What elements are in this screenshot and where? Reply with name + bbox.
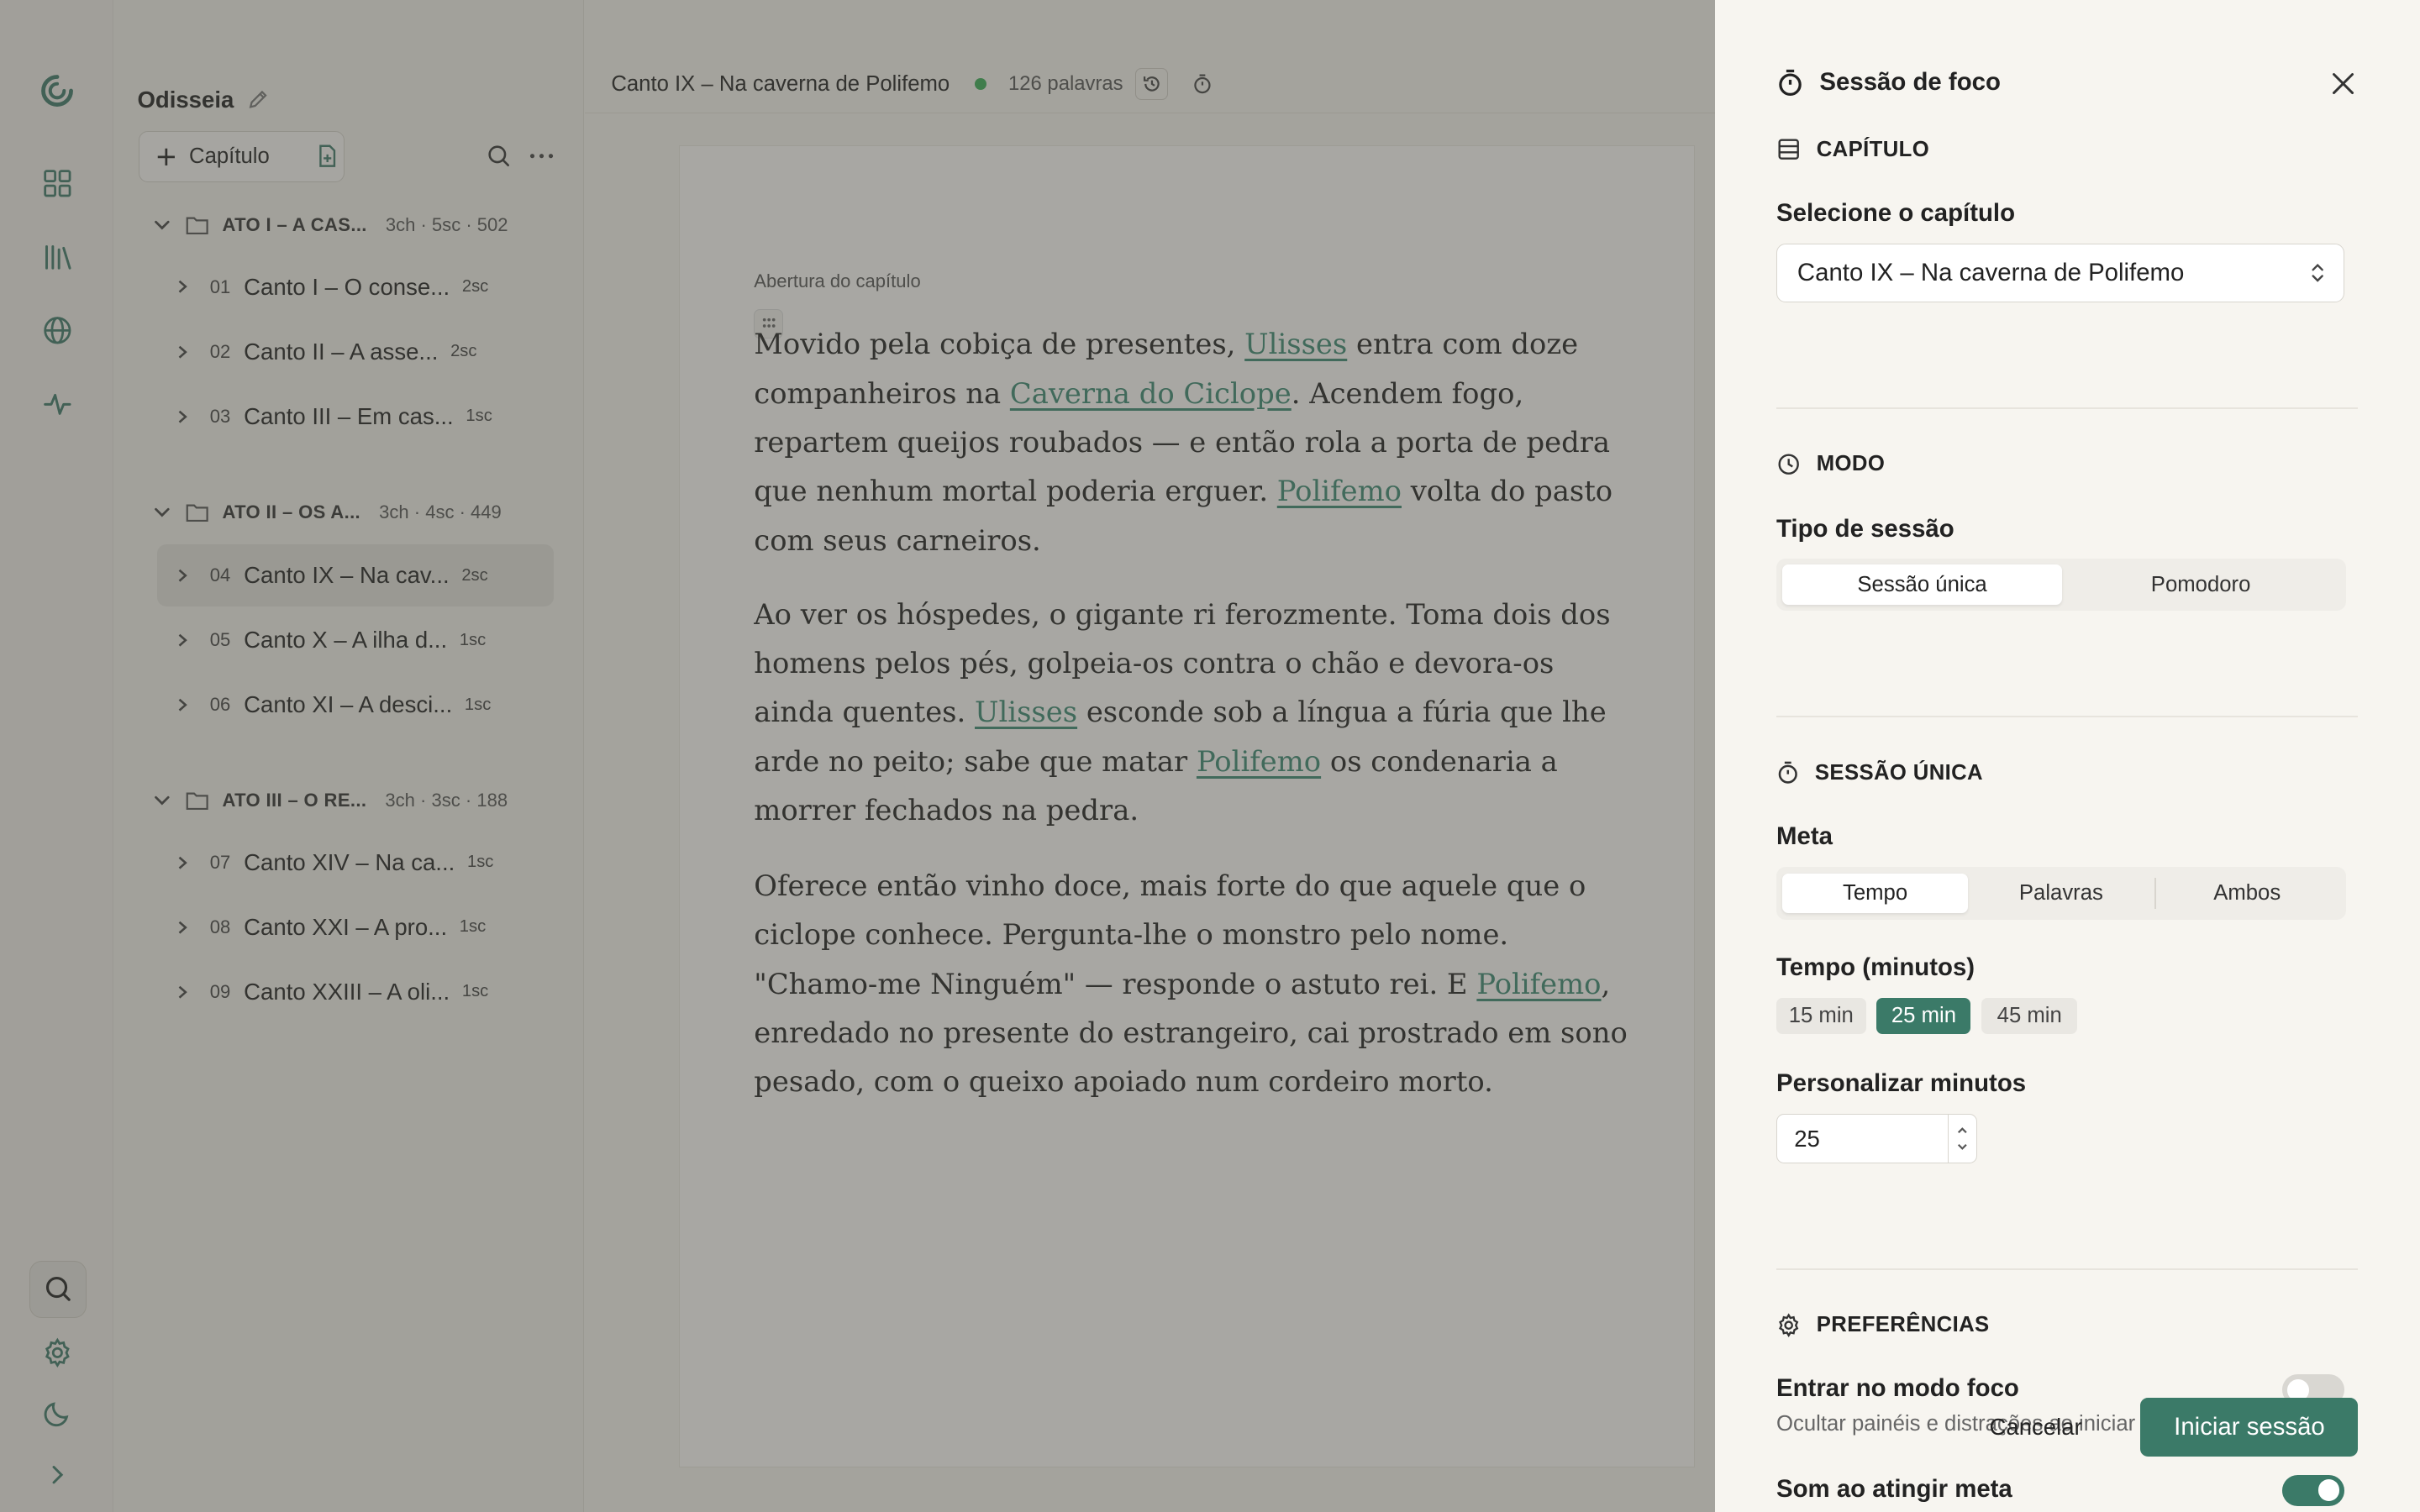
field-label: Selecione o capítulo [1776, 198, 2016, 227]
section-header: CAPÍTULO [1776, 137, 1929, 161]
section-header: MODO [1776, 452, 1885, 476]
cancel-button[interactable]: Cancelar [1989, 1410, 2112, 1444]
timer-icon [1779, 69, 1802, 96]
sound-label: Som ao atingir meta [1776, 1474, 2012, 1503]
sound-toggle[interactable] [2282, 1474, 2344, 1506]
section-title: PREFERÊNCIAS [1816, 1313, 1990, 1337]
chapter-select-value: Canto IX – Na caverna de Polifemo [1797, 259, 2185, 287]
field-label: Tipo de sessão [1776, 515, 1954, 543]
chevron-down-icon[interactable] [1956, 1142, 1969, 1152]
field-label: Personalizar minutos [1776, 1068, 2027, 1097]
goal-toggle: Tempo Palavras Ambos [1776, 867, 2346, 920]
toggle-knob [2317, 1479, 2340, 1502]
divider [1776, 716, 2359, 718]
goal-both[interactable]: Ambos [2154, 874, 2339, 914]
session-type-toggle: Sessão única Pomodoro [1776, 558, 2346, 612]
chevron-up-icon[interactable] [1956, 1126, 1969, 1135]
clock-icon [1778, 454, 1799, 475]
minutes-stepper[interactable] [1947, 1115, 1976, 1163]
time-chip-selected[interactable]: 25 min [1876, 998, 1971, 1034]
section-title: SESSÃO ÚNICA [1814, 760, 1983, 785]
timer-icon [1778, 762, 1797, 785]
session-type-single[interactable]: Sessão única [1782, 564, 2062, 605]
field-label: Meta [1776, 822, 1833, 850]
custom-minutes-value: 25 [1794, 1125, 1820, 1152]
goal-words[interactable]: Palavras [1968, 874, 2154, 914]
select-chevrons-icon [2312, 264, 2323, 283]
section-title: MODO [1816, 452, 1886, 476]
section-title: CAPÍTULO [1816, 137, 1930, 161]
chapter-select[interactable]: Canto IX – Na caverna de Polifemo [1776, 244, 2345, 303]
section-header: SESSÃO ÚNICA [1776, 760, 1983, 785]
field-label: Tempo (minutos) [1776, 953, 1975, 982]
panel-title: Sessão de foco [1819, 68, 2001, 97]
chapter-list-icon [1778, 139, 1799, 160]
focus-mode-label: Entrar no modo foco [1776, 1374, 2019, 1403]
panel-header: Sessão de foco [1776, 68, 2001, 97]
time-chip[interactable]: 15 min [1776, 998, 1866, 1034]
goal-time[interactable]: Tempo [1782, 873, 1968, 914]
modal-backdrop[interactable] [0, 0, 1715, 1512]
gear-icon [1779, 1313, 1799, 1338]
session-type-pomodoro[interactable]: Pomodoro [2062, 564, 2340, 605]
divider [1776, 1268, 2359, 1270]
close-icon[interactable] [2329, 70, 2357, 97]
custom-minutes-input[interactable]: 25 [1776, 1114, 1977, 1164]
start-session-button[interactable]: Iniciar sessão [2140, 1398, 2359, 1457]
focus-session-panel: Sessão de foco CAPÍTULO Selecione o capí… [1714, 0, 2420, 1512]
time-chip[interactable]: 45 min [1981, 998, 2078, 1034]
divider [1776, 407, 2359, 409]
section-header: PREFERÊNCIAS [1776, 1313, 1990, 1338]
